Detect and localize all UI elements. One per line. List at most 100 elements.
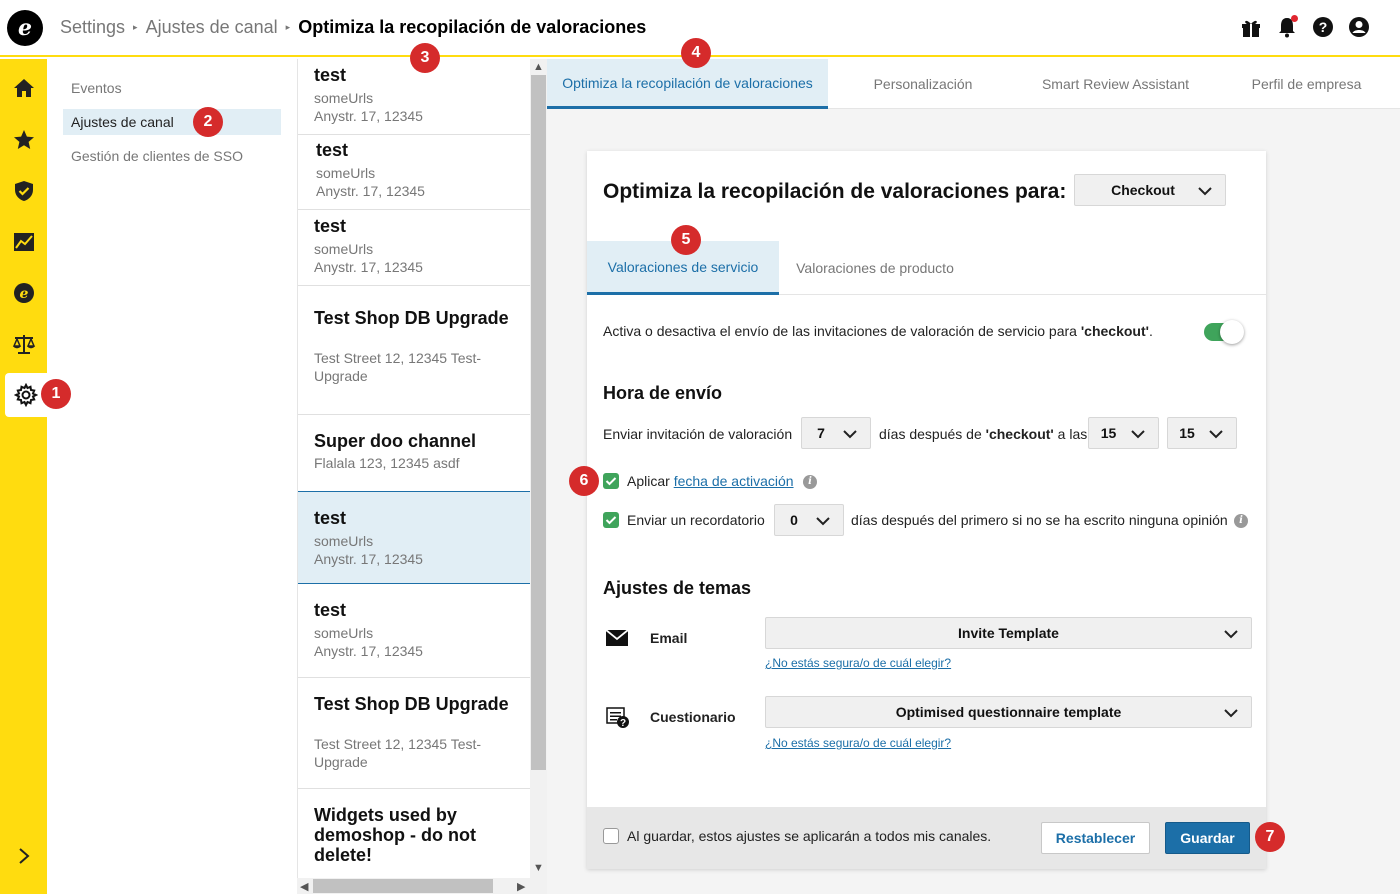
subtab-product-reviews[interactable]: Valoraciones de producto: [779, 241, 971, 295]
days-after-label: días después de 'checkout' a las: [879, 426, 1088, 442]
scales-icon[interactable]: [0, 324, 47, 364]
notification-dot: [1291, 15, 1298, 22]
shield-check-icon[interactable]: [0, 171, 47, 211]
channel-item[interactable]: Test Shop DB Upgrade Test Street 12, 123…: [298, 286, 530, 415]
apply-activation-checkbox[interactable]: [603, 473, 619, 489]
breadcrumb: Settings ▸ Ajustes de canal ▸ Optimiza la re…: [60, 17, 646, 38]
svg-text:e: e: [19, 286, 28, 302]
channel-item[interactable]: Super doo channel Flalala 123, 12345 asd…: [298, 415, 530, 492]
channel-list-h-scroll-thumb[interactable]: [313, 879, 493, 893]
minute-select[interactable]: 15: [1167, 417, 1237, 449]
toggle-knob: [1220, 320, 1244, 344]
tab-customization[interactable]: Personalización: [828, 59, 1018, 109]
channel-item[interactable]: test someUrls Anystr. 17, 12345: [298, 584, 530, 678]
channel-list: test someUrls Anystr. 17, 12345 test som…: [297, 59, 530, 879]
check-icon: [605, 516, 617, 525]
channel-item[interactable]: test someUrls Anystr. 17, 12345: [298, 59, 530, 135]
help-icon[interactable]: ?: [1312, 16, 1334, 38]
questionnaire-template-value: Optimised questionnaire template: [895, 704, 1122, 720]
card-footer: Al guardar, estos ajustes se aplicarán a…: [587, 807, 1266, 869]
channel-item-selected[interactable]: test someUrls Anystr. 17, 12345: [298, 491, 530, 584]
channel-url: someUrls: [314, 533, 374, 549]
settings-subnav: Eventos Ajustes de canal Gestión de clie…: [47, 59, 297, 894]
subnav-item-events[interactable]: Eventos: [63, 75, 281, 101]
apply-all-label: Al guardar, estos ajustes se aplicarán a…: [627, 828, 992, 844]
scroll-right-icon[interactable]: ▶: [517, 880, 525, 893]
questionnaire-help-link[interactable]: ¿No estás segura/o de cuál elegir?: [765, 736, 951, 750]
trusted-e-icon[interactable]: e: [0, 273, 47, 313]
envelope-icon: [605, 629, 629, 650]
channel-item[interactable]: Test Shop DB Upgrade Test Street 12, 123…: [298, 678, 530, 789]
chevron-down-icon: [816, 517, 830, 526]
minute-select-value: 15: [1179, 425, 1195, 441]
apply-all-checkbox[interactable]: [603, 828, 619, 844]
days-select[interactable]: 7: [801, 417, 871, 449]
reminder-days-value: 0: [790, 512, 798, 528]
breadcrumb-settings[interactable]: Settings: [60, 17, 125, 37]
channel-url: someUrls: [314, 241, 374, 257]
scroll-left-icon[interactable]: ◀: [300, 880, 308, 893]
questionnaire-template-select[interactable]: Optimised questionnaire template: [765, 696, 1252, 728]
send-invite-label: Enviar invitación de valoración: [603, 426, 793, 442]
annotation-badge-5: 5: [671, 225, 701, 255]
reminder-label: Enviar un recordatorio: [627, 512, 765, 528]
channel-address-cont: Upgrade: [314, 368, 368, 384]
svg-text:?: ?: [1319, 19, 1328, 35]
channel-name: test: [314, 600, 347, 620]
channel-address: Anystr. 17, 12345: [314, 643, 423, 659]
tab-bar: Optimiza la recopilación de valoraciones…: [547, 59, 1400, 109]
service-invites-toggle[interactable]: [1204, 320, 1244, 344]
star-icon[interactable]: [0, 120, 47, 160]
activation-date-link[interactable]: fecha de activación: [674, 473, 794, 489]
email-help-link[interactable]: ¿No estás segura/o de cuál elegir?: [765, 656, 951, 670]
tab-company-profile[interactable]: Perfil de empresa: [1213, 59, 1400, 109]
hour-select[interactable]: 15: [1088, 417, 1159, 449]
reminder-checkbox[interactable]: [603, 512, 619, 528]
subnav-item-channel-settings[interactable]: Ajustes de canal: [63, 109, 281, 135]
subnav-item-sso[interactable]: Gestión de clientes de SSO: [63, 143, 281, 169]
channel-item[interactable]: Widgets used by demoshop - do not delete…: [298, 789, 530, 879]
channel-name: Widgets used by demoshop - do not delete…: [314, 805, 476, 865]
home-icon[interactable]: [0, 68, 47, 108]
hour-select-value: 15: [1100, 425, 1117, 441]
channel-item[interactable]: test someUrls Anystr. 17, 12345: [298, 135, 530, 210]
channel-name: test: [314, 508, 347, 528]
channel-address: Anystr. 17, 12345: [314, 551, 423, 567]
info-icon[interactable]: i: [803, 475, 817, 489]
channel-address: Flalala 123, 12345 asdf: [314, 455, 460, 471]
save-button[interactable]: Guardar: [1165, 822, 1250, 854]
chevron-down-icon: [1131, 430, 1145, 439]
tab-optimize-collection[interactable]: Optimiza la recopilación de valoraciones: [547, 59, 828, 109]
scroll-up-icon[interactable]: ▲: [533, 61, 544, 73]
channel-url: someUrls: [316, 165, 376, 181]
tab-smart-review-assistant[interactable]: Smart Review Assistant: [1018, 59, 1213, 109]
gift-icon[interactable]: [1240, 16, 1262, 38]
channel-address: Anystr. 17, 12345: [316, 183, 425, 199]
reset-button[interactable]: Restablecer: [1041, 822, 1150, 854]
channel-address: Anystr. 17, 12345: [314, 108, 423, 124]
chevron-right-icon[interactable]: [0, 836, 47, 876]
apply-activation-label: Aplicar fecha de activación: [627, 473, 794, 489]
chevron-down-icon: [1224, 709, 1238, 718]
info-icon[interactable]: i: [1234, 514, 1248, 528]
account-icon[interactable]: [1348, 16, 1370, 38]
channel-item[interactable]: test someUrls Anystr. 17, 12345: [298, 210, 530, 286]
event-select[interactable]: Checkout: [1074, 174, 1226, 206]
annotation-badge-4: 4: [681, 38, 711, 68]
channel-list-scroll-thumb[interactable]: [531, 75, 546, 770]
questionnaire-icon: ?: [606, 707, 630, 732]
reminder-days-select[interactable]: 0: [774, 504, 844, 536]
scroll-down-icon[interactable]: ▼: [533, 862, 544, 874]
themes-heading: Ajustes de temas: [603, 578, 752, 598]
channel-name: test: [316, 140, 349, 160]
channel-name: test: [314, 216, 347, 236]
annotation-badge-7: 7: [1255, 822, 1285, 852]
settings-card: Optimiza la recopilación de valoraciones…: [587, 151, 1266, 869]
breadcrumb-channel-settings[interactable]: Ajustes de canal: [146, 17, 278, 37]
bell-icon[interactable]: [1276, 15, 1298, 38]
logo[interactable]: e: [7, 10, 43, 46]
toggle-description: Activa o desactiva el envío de las invit…: [603, 323, 1153, 339]
analytics-icon[interactable]: [0, 222, 47, 262]
email-template-select[interactable]: Invite Template: [765, 617, 1252, 649]
channel-url: someUrls: [314, 90, 374, 106]
